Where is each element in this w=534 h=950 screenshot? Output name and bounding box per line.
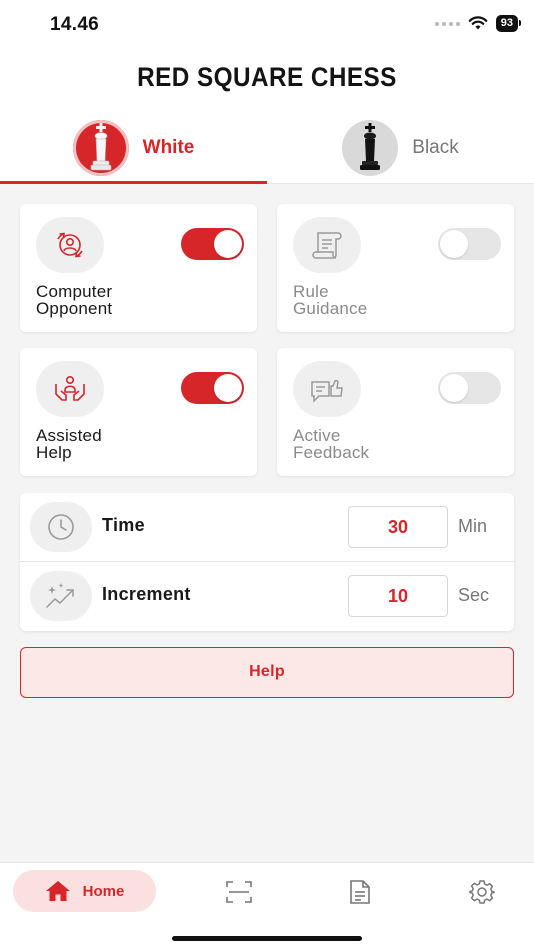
time-settings-panel: Time 30 Min Increment 10 Sec	[20, 493, 514, 631]
app-screen: 14.46 93 RED SQUARE CHESS White Black Co…	[0, 0, 534, 950]
status-time: 14.46	[50, 14, 100, 35]
increment-label: Increment	[102, 584, 191, 604]
app-title: RED SQUARE CHESS	[137, 62, 397, 92]
home-icon	[45, 881, 70, 901]
home-indicator	[172, 936, 362, 941]
scroll-rules-icon	[293, 217, 361, 273]
tab-black-label: Black	[412, 137, 459, 158]
feedback-thumbs-icon	[293, 361, 361, 417]
increment-unit: Sec	[458, 585, 490, 605]
document-icon[interactable]	[346, 878, 374, 906]
status-indicators: 93	[434, 15, 522, 32]
assisted-help-icon	[36, 361, 104, 417]
scan-icon[interactable]	[225, 878, 253, 906]
computer-opponent-toggle[interactable]	[181, 228, 244, 260]
black-king-icon	[342, 120, 399, 176]
option-label: Active Feedback	[293, 426, 370, 462]
wifi-icon	[468, 16, 488, 30]
time-label: Time	[102, 515, 145, 535]
nav-home-label: Home	[82, 882, 125, 900]
tab-white[interactable]: White	[0, 112, 267, 184]
option-label: Assisted Help	[36, 426, 102, 462]
assisted-help-toggle[interactable]	[181, 372, 244, 404]
header: 14.46 93 RED SQUARE CHESS White Black	[0, 0, 534, 184]
sparkle-trend-icon	[30, 571, 92, 621]
rule-guidance-toggle[interactable]	[438, 228, 501, 260]
battery-indicator: 93	[495, 15, 522, 32]
option-active-feedback: Active Feedback	[277, 348, 514, 476]
clock-icon	[30, 502, 92, 552]
option-label: Rule Guidance	[293, 282, 368, 318]
time-unit: Min	[458, 516, 488, 536]
tab-black[interactable]: Black	[267, 112, 534, 184]
nav-home-button[interactable]: Home	[13, 870, 156, 912]
help-button[interactable]: Help	[20, 647, 514, 698]
option-assisted-help: Assisted Help	[20, 348, 257, 476]
active-tab-indicator	[0, 181, 267, 184]
active-feedback-toggle[interactable]	[438, 372, 501, 404]
time-value-input[interactable]: 30	[348, 506, 448, 548]
increment-value-input[interactable]: 10	[348, 575, 448, 617]
option-computer-opponent: Computer Opponent	[20, 204, 257, 332]
option-rule-guidance: Rule Guidance	[277, 204, 514, 332]
robot-opponent-icon	[36, 217, 104, 273]
option-label: Computer Opponent	[36, 282, 113, 318]
time-row: Time 30 Min	[20, 493, 514, 562]
cellular-signal-icon	[434, 21, 460, 26]
increment-row: Increment 10 Sec	[20, 562, 514, 631]
white-king-icon	[72, 120, 129, 176]
tab-white-label: White	[142, 137, 195, 158]
settings-gear-icon[interactable]	[468, 878, 496, 906]
